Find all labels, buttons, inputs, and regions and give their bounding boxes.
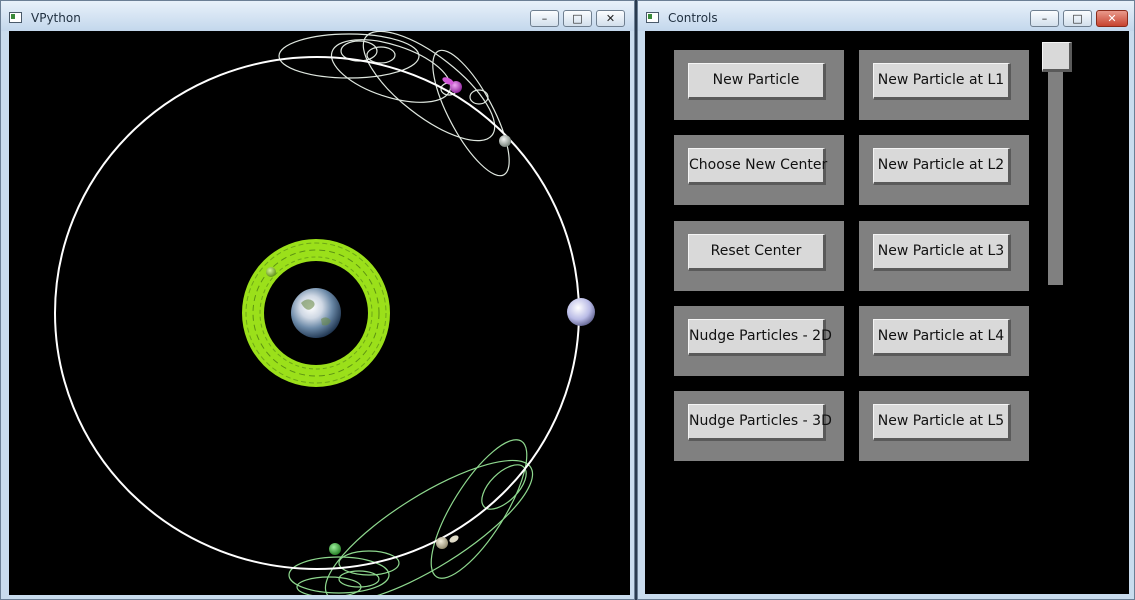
maximize-button[interactable]: □	[563, 10, 592, 27]
vpython-titlebar[interactable]: VPython – □ ✕	[1, 1, 634, 31]
choose-new-center-frame: Choose New Center	[674, 135, 844, 205]
reset-center-button[interactable]: Reset Center	[688, 234, 826, 271]
new-particle-l4-button[interactable]: New Particle at L4	[873, 319, 1011, 356]
new-particle-l3-button[interactable]: New Particle at L3	[873, 234, 1011, 271]
vpython-window: VPython – □ ✕	[0, 0, 635, 600]
new-l3-frame: New Particle at L3	[859, 221, 1029, 291]
l5-particle-green	[329, 543, 341, 555]
new-particle-frame: New Particle	[674, 50, 844, 120]
controls-window: Controls – □ ✕ New Particle Choose New C…	[637, 0, 1135, 600]
nudge-particles-3d-button[interactable]: Nudge Particles - 3D	[688, 404, 832, 441]
vpython-window-title: VPython	[31, 11, 81, 25]
slider-track[interactable]	[1048, 45, 1063, 285]
nudge-particles-2d-button[interactable]: Nudge Particles - 2D	[688, 319, 832, 356]
choose-new-center-button[interactable]: Choose New Center	[688, 148, 827, 185]
l4-particle-gray	[499, 135, 511, 147]
minimize-button[interactable]: –	[1030, 10, 1059, 27]
new-particle-l1-button[interactable]: New Particle at L1	[873, 63, 1011, 100]
new-particle-l5-button[interactable]: New Particle at L5	[873, 404, 1011, 441]
nudge-2d-frame: Nudge Particles - 2D	[674, 306, 844, 376]
nudge-3d-frame: Nudge Particles - 3D	[674, 391, 844, 461]
scene-svg	[54, 31, 595, 595]
maximize-button[interactable]: □	[1063, 10, 1092, 27]
new-particle-button[interactable]: New Particle	[688, 63, 826, 100]
minimize-button[interactable]: –	[530, 10, 559, 27]
controls-titlebar[interactable]: Controls – □ ✕	[638, 1, 1134, 31]
earth-sphere	[291, 288, 341, 338]
close-button[interactable]: ✕	[1096, 10, 1128, 27]
app-icon	[9, 12, 22, 23]
l4-trail	[278, 31, 510, 177]
reset-center-frame: Reset Center	[674, 221, 844, 291]
new-l5-frame: New Particle at L5	[859, 391, 1029, 461]
app-icon	[646, 12, 659, 23]
controls-canvas: New Particle Choose New Center Reset Cen…	[645, 31, 1129, 594]
close-button[interactable]: ✕	[596, 10, 625, 27]
new-l1-frame: New Particle at L1	[859, 50, 1029, 120]
new-l4-frame: New Particle at L4	[859, 306, 1029, 376]
new-l2-frame: New Particle at L2	[859, 135, 1029, 205]
slider-knob[interactable]	[1042, 42, 1072, 72]
new-particle-l2-button[interactable]: New Particle at L2	[873, 148, 1011, 185]
controls-window-title: Controls	[668, 11, 718, 25]
inner-particle	[266, 267, 276, 277]
l5-trail	[288, 439, 534, 595]
moon-sphere	[567, 298, 595, 326]
l5-particle-tan	[436, 537, 448, 549]
scene-canvas[interactable]	[9, 31, 630, 595]
